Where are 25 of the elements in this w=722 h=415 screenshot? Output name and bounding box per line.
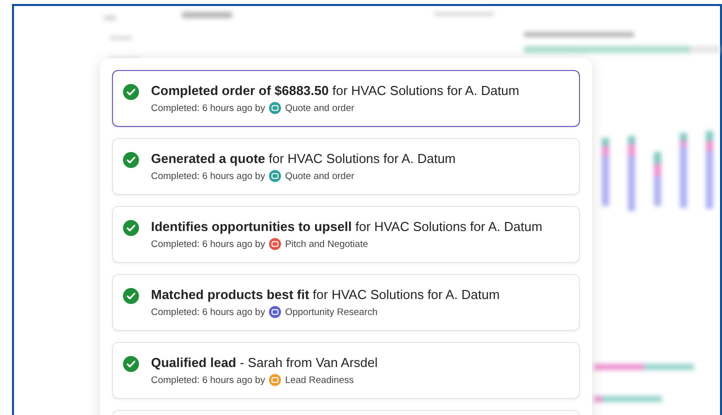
activity-title: Generated a quote for HVAC Solutions for A. Datum: [151, 151, 456, 166]
agent-name: Quote and order: [285, 170, 354, 182]
completed-time: Completed: 6 hours ago by: [151, 374, 266, 386]
check-icon: [123, 288, 139, 304]
agent-name: Pitch and Negotiate: [285, 238, 368, 250]
completed-time: Completed: 6 hours ago by: [151, 306, 266, 318]
activity-card[interactable]: Qualified lead - Sarah from Van Arsdel Completed: 6 hours ago by Lead Readiness: [112, 342, 580, 399]
agent-name: Quote and order: [285, 102, 354, 114]
check-icon: [123, 152, 139, 168]
activity-card[interactable]: Identifies opportunities to upsell for HVAC Solutions for A. Datum Completed: 6 hours ago by Pitch and Negotiate: [112, 206, 580, 263]
activity-card[interactable]: Generated a quote for HVAC Solutions for A. Datum Completed: 6 hours ago by Quote and order: [112, 138, 580, 195]
check-icon: [123, 84, 139, 100]
activity-title: Identifies opportunities to upsell for HVAC Solutions for A. Datum: [151, 219, 542, 234]
completed-time: Completed: 6 hours ago by: [151, 238, 266, 250]
agent-name: Lead Readiness: [285, 374, 354, 386]
activity-title: Completed order of $6883.50 for HVAC Solutions for A. Datum: [151, 83, 520, 98]
activity-title: Qualified lead - Sarah from Van Arsdel: [151, 355, 378, 370]
activity-title: Matched products best fit for HVAC Solutions for A. Datum: [151, 287, 500, 302]
completed-time: Completed: 6 hours ago by: [151, 102, 266, 114]
completed-time: Completed: 6 hours ago by: [151, 170, 266, 182]
activity-card[interactable]: Completed order of $6883.50 for HVAC Solutions for A. Datum Completed: 6 hours ago by Quote and order: [112, 70, 580, 127]
activity-card[interactable]: Matched products best fit for HVAC Solutions for A. Datum Completed: 6 hours ago by Opportunity Research: [112, 274, 580, 331]
agent-name: Opportunity Research: [285, 306, 378, 318]
check-icon: [123, 220, 139, 236]
check-icon: [123, 356, 139, 372]
